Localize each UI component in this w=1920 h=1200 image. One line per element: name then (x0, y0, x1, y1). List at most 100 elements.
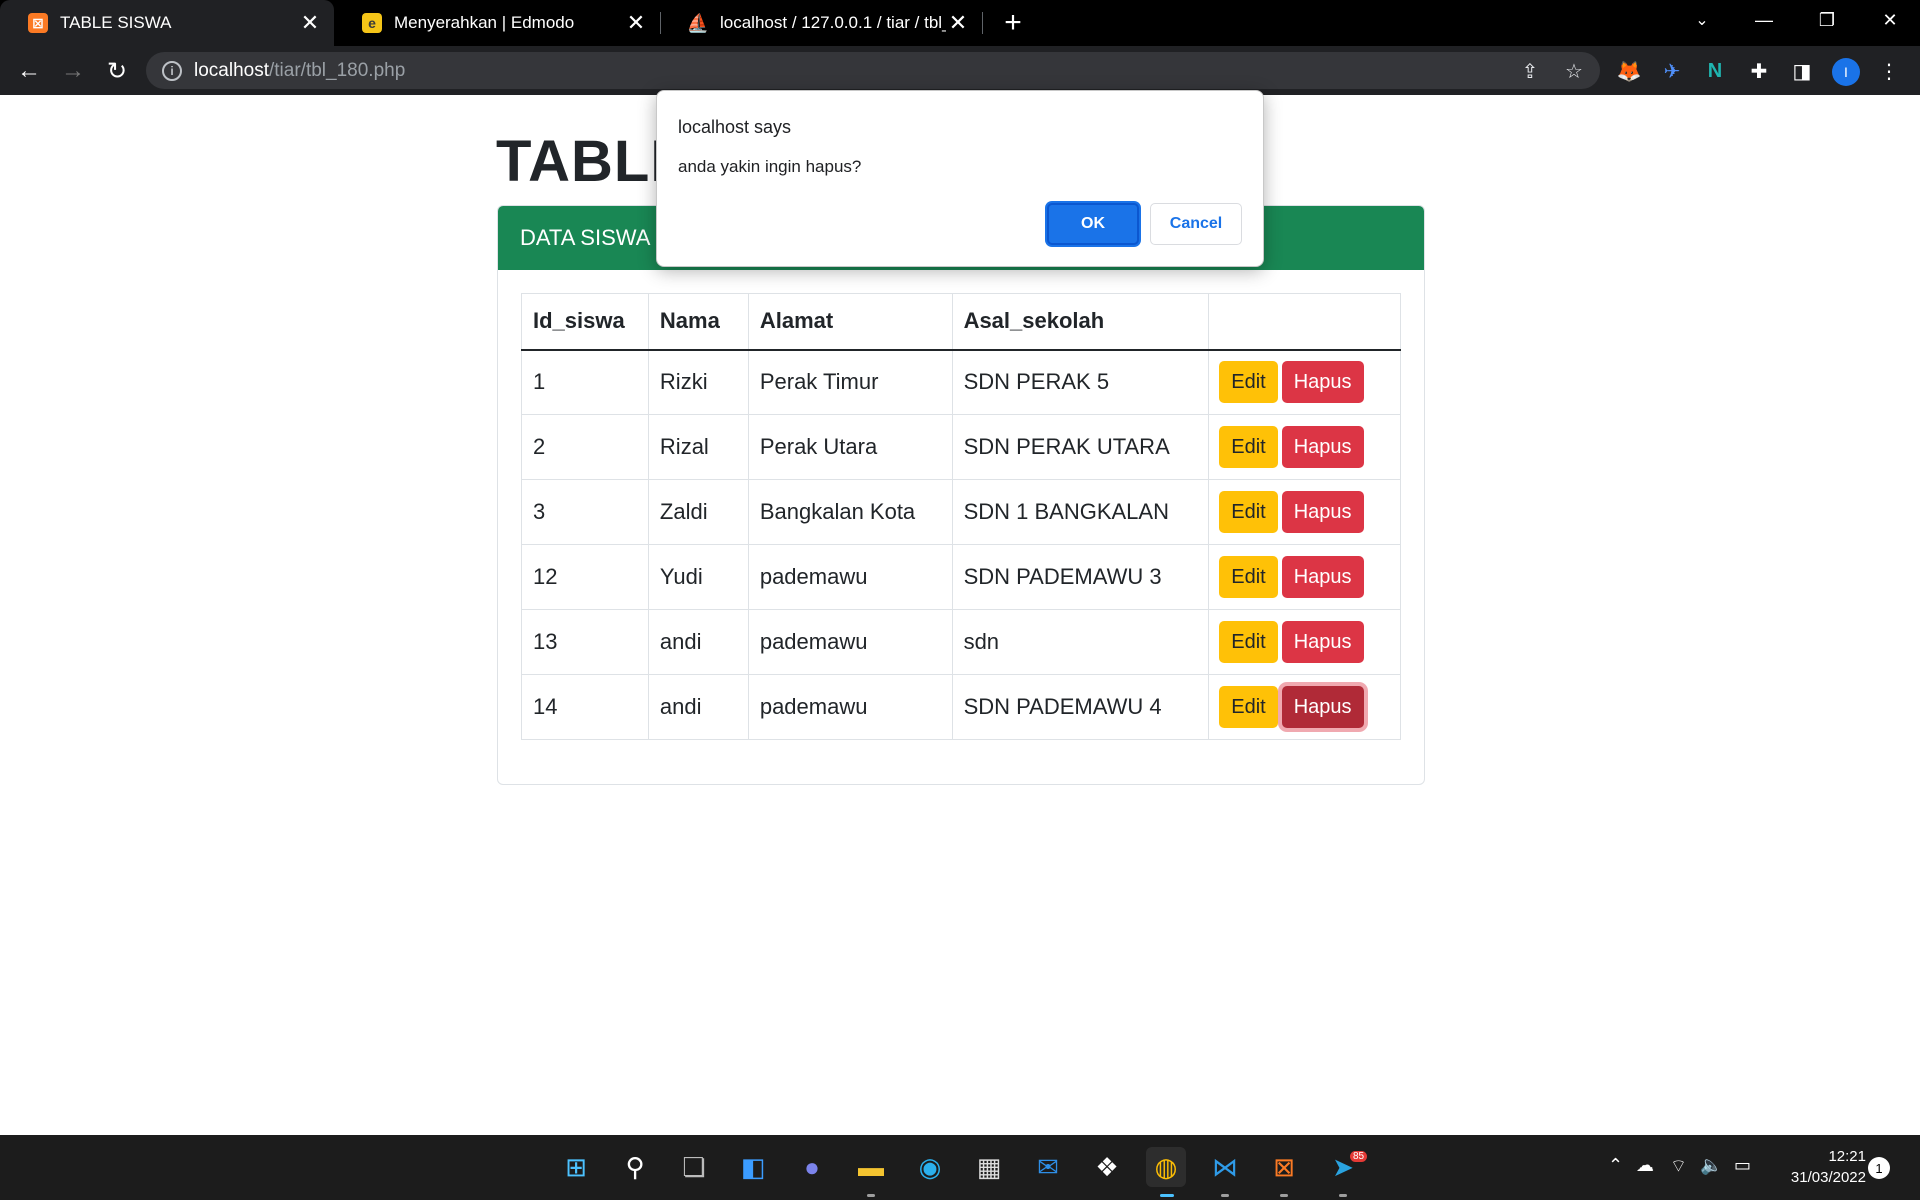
cell-nama: Rizal (647, 414, 749, 480)
close-tab-icon[interactable]: ✕ (946, 10, 970, 35)
restore-icon[interactable]: ❐ (1797, 0, 1857, 40)
tab-edmodo[interactable]: e Menyerahkan | Edmodo ✕ (334, 0, 660, 46)
cell-asal-sekolah: SDN PERAK 5 (951, 349, 1210, 415)
hapus-button-focused[interactable]: Hapus (1281, 686, 1364, 728)
search-icon[interactable]: ⚲ (615, 1147, 655, 1187)
site-info-icon[interactable]: i (162, 60, 182, 81)
minimize-icon[interactable]: — (1734, 0, 1794, 40)
cell-nama: andi (647, 609, 749, 675)
start-icon[interactable]: ⊞ (556, 1147, 596, 1187)
hapus-button[interactable]: Hapus (1281, 426, 1364, 468)
hapus-button[interactable]: Hapus (1281, 491, 1364, 533)
cell-alamat: Perak Utara (747, 414, 953, 480)
edit-button[interactable]: Edit (1219, 426, 1278, 468)
file-explorer-icon[interactable]: ▬ (851, 1147, 891, 1187)
table-header-row: Id_siswa Nama Alamat Asal_sekolah (521, 293, 1401, 351)
cell-asal-sekolah: SDN 1 BANGKALAN (951, 479, 1210, 545)
puzzle-icon[interactable]: ✚ (1746, 58, 1772, 84)
cell-nama: andi (647, 674, 749, 740)
new-tab-icon[interactable]: + (998, 6, 1028, 39)
close-tab-icon[interactable]: ✕ (624, 10, 648, 35)
column-header: Alamat (747, 293, 953, 351)
profile-avatar[interactable]: I (1832, 58, 1860, 86)
confirm-dialog: localhost says anda yakin ingin hapus? O… (656, 90, 1264, 267)
volume-icon[interactable]: 🔈 (1700, 1155, 1722, 1176)
reload-icon[interactable]: ↻ (100, 54, 134, 88)
table-row: 1 Rizki Perak Timur SDN PERAK 5 Edit Hapu… (521, 349, 1401, 415)
edit-button[interactable]: Edit (1219, 361, 1278, 404)
hapus-button[interactable]: Hapus (1281, 621, 1364, 663)
close-window-icon[interactable]: ✕ (1860, 0, 1920, 40)
edit-button[interactable]: Edit (1219, 621, 1278, 663)
cell-asal-sekolah: sdn (951, 609, 1210, 675)
hapus-button[interactable]: Hapus (1281, 556, 1364, 598)
cancel-button[interactable]: Cancel (1150, 203, 1242, 245)
battery-icon[interactable]: ▭ (1734, 1155, 1751, 1176)
bookmark-star-icon[interactable]: ☆ (1562, 59, 1586, 83)
tab-phpmyadmin[interactable]: ⛵ localhost / 127.0.0.1 / tiar / tbl_18 … (660, 0, 982, 46)
running-indicator (867, 1194, 875, 1197)
extension-icon[interactable]: ✈ (1659, 58, 1685, 84)
cell-id: 2 (521, 414, 649, 480)
store-icon[interactable]: ▦ (969, 1147, 1009, 1187)
notification-badge[interactable]: 1 (1868, 1157, 1890, 1179)
telegram-badge: 85 (1350, 1151, 1368, 1162)
chrome-icon[interactable]: ◍ (1146, 1147, 1186, 1187)
tab-separator (982, 12, 983, 34)
hapus-button[interactable]: Hapus (1281, 361, 1364, 404)
side-panel-icon[interactable]: ◨ (1789, 58, 1815, 84)
task-view-icon[interactable]: ❏ (674, 1147, 714, 1187)
close-tab-icon[interactable]: ✕ (298, 10, 322, 35)
cell-id: 14 (521, 674, 649, 740)
tab-title: TABLE SISWA (60, 13, 172, 32)
tab-title: Menyerahkan | Edmodo (394, 13, 575, 32)
metamask-icon[interactable]: 🦊 (1616, 58, 1642, 84)
edit-button[interactable]: Edit (1219, 491, 1278, 533)
active-indicator (1160, 1194, 1174, 1197)
table-row: 2 Rizal Perak Utara SDN PERAK UTARA Edit… (521, 414, 1401, 480)
teams-chat-icon[interactable]: ● (792, 1147, 832, 1187)
dropbox-icon[interactable]: ❖ (1087, 1147, 1127, 1187)
cell-nama: Rizki (647, 349, 749, 415)
cell-asal-sekolah: SDN PADEMAWU 4 (951, 674, 1210, 740)
table-row: 3 Zaldi Bangkalan Kota SDN 1 BANGKALAN E… (521, 479, 1401, 545)
taskbar: ⊞ ⚲ ❏ ◧ ● ▬ ◉ ▦ ✉ ❖ ◍ ⋈ ⊠ ➤ 85 ⌃ ☁ ⌔ 🔈 ▭… (0, 1135, 1920, 1200)
card-header-title: DATA SISWA (520, 225, 651, 250)
edit-button[interactable]: Edit (1219, 556, 1278, 598)
mail-icon[interactable]: ✉ (1028, 1147, 1068, 1187)
forward-icon[interactable]: → (56, 54, 90, 88)
tab-table-siswa[interactable]: ⊠ TABLE SISWA ✕ (0, 0, 334, 46)
edge-icon[interactable]: ◉ (910, 1147, 950, 1187)
table-row: 12 Yudi pademawu SDN PADEMAWU 3 Edit Hapu… (521, 544, 1401, 610)
data-card: DATA SISWA Id_siswa Nama Alamat Asal_sek… (497, 205, 1425, 785)
xampp-icon: ⊠ (28, 13, 48, 33)
cell-alamat: pademawu (747, 544, 953, 610)
back-icon[interactable]: ← (12, 54, 46, 88)
cell-actions: Edit Hapus (1208, 414, 1401, 480)
widgets-icon[interactable]: ◧ (733, 1147, 773, 1187)
clock-time: 12:21 (1828, 1148, 1866, 1165)
running-indicator (1280, 1194, 1288, 1197)
xampp-taskbar-icon[interactable]: ⊠ (1264, 1147, 1304, 1187)
menu-dots-icon[interactable]: ⋮ (1876, 58, 1902, 84)
cell-id: 3 (521, 479, 649, 545)
tab-search-icon[interactable]: ⌄ (1672, 0, 1732, 40)
address-bar[interactable]: i localhost/tiar/tbl_180.php ⇪ ☆ (146, 52, 1600, 89)
tab-strip: ⊠ TABLE SISWA ✕ e Menyerahkan | Edmodo ✕… (0, 0, 1920, 46)
system-clock[interactable]: 12:21 31/03/2022 (1770, 1146, 1866, 1188)
vscode-icon[interactable]: ⋈ (1205, 1147, 1245, 1187)
cell-actions: Edit Hapus (1208, 349, 1401, 415)
n-extension-icon[interactable]: N (1702, 58, 1728, 84)
share-icon[interactable]: ⇪ (1518, 59, 1542, 83)
browser-toolbar: ← → ↻ i localhost/tiar/tbl_180.php ⇪ ☆ 🦊… (0, 46, 1920, 95)
wifi-icon[interactable]: ⌔ (1670, 1155, 1687, 1178)
dialog-message: anda yakin ingin hapus? (678, 157, 862, 176)
siswa-table: Id_siswa Nama Alamat Asal_sekolah 1 Rizk… (521, 293, 1401, 740)
onedrive-icon[interactable]: ☁ (1636, 1155, 1654, 1176)
chevron-up-icon[interactable]: ⌃ (1608, 1155, 1623, 1176)
running-indicator (1221, 1194, 1229, 1197)
ok-button[interactable]: OK (1047, 203, 1139, 245)
cell-actions: Edit Hapus (1208, 674, 1401, 740)
edit-button[interactable]: Edit (1219, 686, 1278, 728)
cell-nama: Yudi (647, 544, 749, 610)
